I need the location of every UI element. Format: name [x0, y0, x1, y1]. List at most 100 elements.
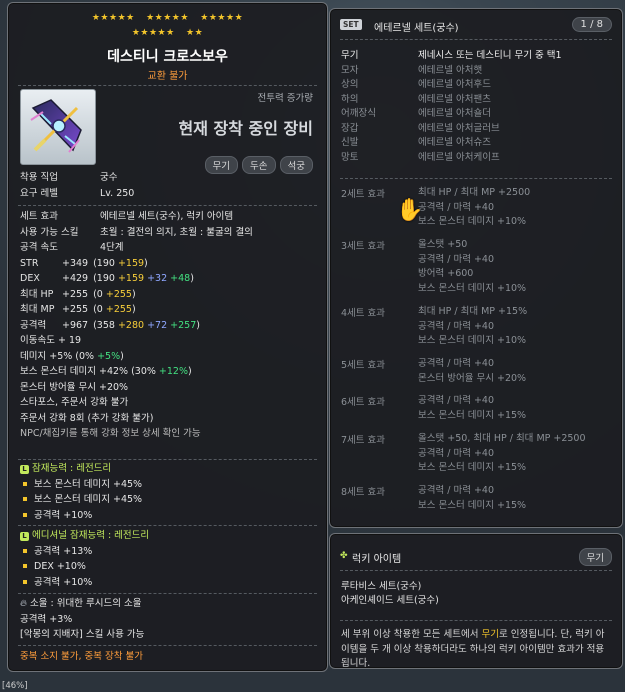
- set-effect-line: 공격력 / 마력 +40: [418, 358, 495, 369]
- stat-close: ): [131, 288, 136, 300]
- set-effect-line: 공격력 / 마력 +40: [418, 253, 495, 265]
- attack-speed-row: 공격 속도 4단계: [20, 240, 317, 256]
- stat-scroll: +72: [144, 319, 168, 331]
- stat-close: ): [190, 273, 194, 284]
- divider: [18, 85, 317, 87]
- stat-total: +349: [62, 257, 89, 269]
- job-label: 착용 직업: [20, 172, 58, 183]
- soul-icon: 🔥︎: [20, 598, 27, 609]
- set-part-name: 에테르넬 아처숄더: [418, 108, 491, 119]
- set-part-name: 에테르넬 아처케이프: [418, 151, 500, 163]
- stat-label: 최대 HP: [20, 288, 54, 300]
- lucky-set-item: 아케인셰이드 세트(궁수): [341, 594, 439, 606]
- stat-base: (190: [93, 257, 118, 269]
- requirements: 착용 직업 궁수 요구 레벨 Lv. 250: [20, 170, 317, 201]
- item-stats: 세트 효과 에테르넬 세트(궁수), 럭키 아이템 사용 가능 스킬 초월 : 결전…: [20, 209, 317, 442]
- soul-section: 🔥︎ 소울 : 위대한 루시드의 소울 공격력 +3% [악몽의 지배자] 스킬…: [20, 596, 317, 643]
- set-effect-row: 세트 효과 에테르넬 세트(궁수), 럭키 아이템: [20, 209, 317, 225]
- move-speed-row: 이동속도 + 19: [20, 335, 82, 346]
- stat-base: (358: [93, 319, 118, 331]
- set-effect-line: 최대 HP / 최대 MP +2500: [418, 187, 531, 198]
- potential-title: 잠재능력 : 레전드리: [32, 463, 112, 474]
- bullet-icon: [23, 579, 27, 584]
- set-part-name: 에테르넬 아처햇: [418, 64, 483, 76]
- clover-icon: ✤: [340, 551, 348, 561]
- additional-line: 공격력 +10%: [20, 575, 317, 591]
- stat-base: (0: [93, 288, 106, 300]
- starforce-stars-row2: ★★★★★ ★★: [8, 28, 327, 38]
- damage-base: 데미지 +5% (0%: [20, 350, 98, 362]
- level-value: Lv. 250: [100, 187, 135, 199]
- set-part-row: 망토 에테르넬 아처케이프: [341, 151, 614, 166]
- stat-flame: +159: [117, 273, 145, 284]
- divider: [340, 620, 612, 622]
- starforce-stars: ★★★★★ ★★★★★ ★★★★★: [8, 13, 327, 23]
- set-part-row: 신발 에테르넬 아처슈즈: [341, 136, 614, 151]
- stat-label: DEX: [20, 273, 40, 284]
- set-effect-line: 공격력 / 마력 +40: [418, 485, 495, 496]
- stat-close: ): [144, 257, 148, 269]
- item-name: 데스티니 크로스보우: [107, 49, 228, 65]
- star-group: ★★★★★: [131, 28, 175, 38]
- legendary-icon: L: [20, 465, 29, 474]
- set-part-slot: 상의: [341, 79, 359, 90]
- divider: [340, 39, 612, 41]
- set-effect-title: 6세트 효과: [341, 397, 386, 408]
- lucky-sets: 루타비스 세트(궁수) 아케인셰이드 세트(궁수): [341, 580, 439, 607]
- stat-base: (0: [93, 304, 106, 315]
- potential-line-text: 보스 몬스터 데미지 +45%: [34, 478, 143, 490]
- stat-flame: +255: [105, 304, 132, 315]
- stat-total: +967: [62, 319, 89, 331]
- additional-line: DEX +10%: [20, 559, 317, 575]
- stat-close: ): [196, 319, 200, 331]
- set-effect-line: 방어력 +600: [418, 268, 474, 279]
- stat-scroll: +32: [144, 273, 168, 284]
- potential-section: L 잠재능력 : 레전드리 보스 몬스터 데미지 +45% 보스 몬스터 데미지 …: [20, 461, 317, 523]
- set-effect-line: 보스 몬스터 데미지 +10%: [418, 282, 527, 294]
- set-part-name: 에테르넬 아처슈즈: [418, 137, 491, 148]
- set-effect-line: 보스 몬스터 데미지 +15%: [418, 499, 527, 511]
- skill-value: 초월 : 결전의 의지, 초월 : 불굴의 결의: [100, 226, 253, 238]
- set-effect-title: 2세트 효과: [341, 189, 386, 200]
- lucky-description: 세 부위 이상 착용한 모든 세트에서 무기로 인정됩니다. 단, 럭키 아이템…: [341, 628, 612, 672]
- stat-label: STR: [20, 257, 39, 269]
- stat-row: DEX +429 (190 +159 +32 +48): [20, 271, 317, 287]
- boss-damage-close: ): [188, 366, 192, 377]
- bullet-icon: [23, 497, 27, 501]
- set-effect-line: 보스 몬스터 데미지 +15%: [418, 462, 527, 473]
- set-part-slot: 망토: [341, 151, 359, 163]
- set-part-name: 제네시스 또는 데스티니 무기 중 택1: [418, 50, 562, 61]
- item-tooltip: ★★★★★ ★★★★★ ★★★★★ ★★★★★ ★★ 데스티니 크로스보우 교환…: [7, 2, 328, 672]
- job-row: 착용 직업 궁수: [20, 170, 317, 186]
- soul-header: 🔥︎ 소울 : 위대한 루시드의 소울: [20, 596, 317, 612]
- crossbow-icon: [30, 99, 82, 153]
- stat-label: 공격력: [20, 319, 47, 331]
- damage-bonus: +5%: [97, 350, 121, 362]
- boss-damage-bonus: +12%: [158, 366, 188, 377]
- set-part-slot: 모자: [341, 64, 359, 76]
- stat-total: +255: [62, 304, 89, 315]
- bullet-icon: [23, 512, 27, 517]
- set-part-slot: 무기: [341, 50, 359, 61]
- boss-damage-row: 보스 몬스터 데미지 +42% (30% +12%): [20, 364, 317, 380]
- divider: [18, 593, 317, 595]
- set-effect-title: 4세트 효과: [341, 308, 386, 319]
- additional-potential-section: L 에디셔널 잠재능력 : 레전드리 공격력 +13% DEX +10% 공격력 …: [20, 528, 317, 590]
- ignore-def-row: 몬스터 방어율 무시 +20%: [20, 381, 129, 393]
- set-parts-list: 무기 제네시스 또는 데스티니 무기 중 택1 모자 에테르넬 아처햇 상의 에테르넬 아…: [341, 49, 614, 165]
- set-effect-line: 몬스터 방어율 무시 +20%: [418, 372, 527, 384]
- star-group: ★★★★★: [200, 13, 244, 23]
- damage-close: ): [120, 350, 124, 362]
- combat-power-label: 전투력 증가량: [257, 93, 313, 104]
- set-effect-line: 최대 HP / 최대 MP +15%: [418, 306, 528, 317]
- scroll-note: 주문서 강화 8회 (추가 강화 불가): [20, 412, 154, 424]
- lucky-title: 럭키 아이템: [352, 554, 402, 565]
- set-part-name: 에테르넬 아처후드: [418, 79, 491, 90]
- set-effect-line: 보스 몬스터 데미지 +10%: [418, 335, 527, 346]
- set-part-row: 모자 에테르넬 아처햇: [341, 64, 614, 79]
- stat-flame: +255: [105, 288, 132, 300]
- additional-header: L 에디셔널 잠재능력 : 레전드리: [20, 528, 317, 544]
- set-effect-line: 공격력 / 마력 +40: [418, 395, 495, 406]
- damage-row: 데미지 +5% (0% +5%): [20, 349, 317, 365]
- lucky-desc-a: 세 부위 이상 착용한 모든 세트에서: [341, 629, 482, 640]
